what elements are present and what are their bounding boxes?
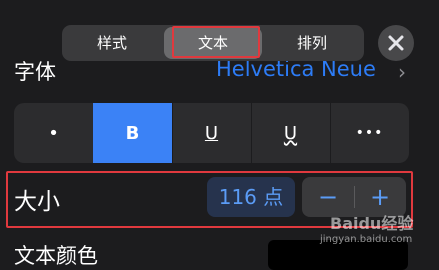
bold-button[interactable]: B (93, 103, 172, 163)
dot-style-button[interactable]: • (14, 103, 93, 163)
text-style-buttons: • B U U ••• (14, 103, 409, 163)
wavy-underline-button[interactable]: U (251, 103, 330, 163)
tab-arrange[interactable]: 排列 (262, 25, 362, 61)
font-label: 字体 (14, 60, 56, 84)
tab-style[interactable]: 样式 (62, 25, 162, 61)
underline-button[interactable]: U (172, 103, 251, 163)
watermark-logo: Baidu经验 (330, 214, 414, 233)
more-options-button[interactable]: ••• (330, 103, 409, 163)
highlight-box-text-tab (172, 26, 260, 58)
close-button[interactable] (378, 25, 414, 61)
close-icon (388, 35, 404, 51)
chevron-right-icon: › (398, 60, 406, 84)
text-color-label: 文本颜色 (14, 244, 98, 268)
watermark-url: jingyan.baidu.com (320, 234, 413, 245)
